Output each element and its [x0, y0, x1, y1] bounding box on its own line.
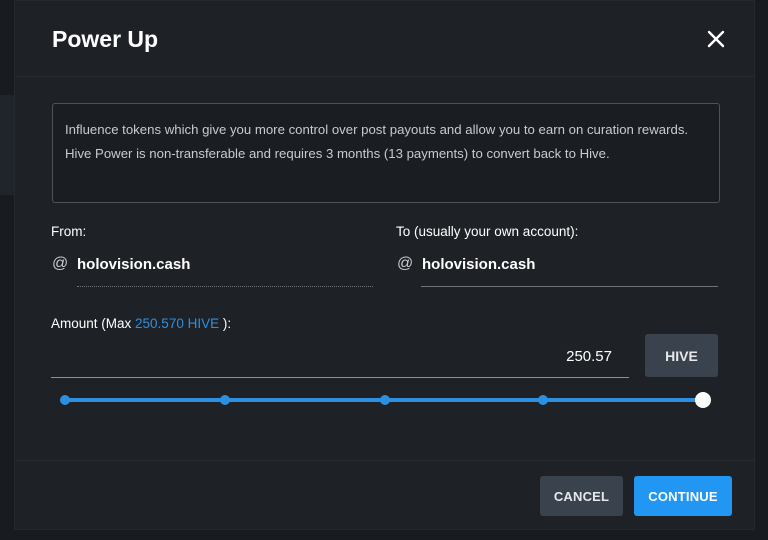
- info-text-line-2: Hive Power is non-transferable and requi…: [65, 146, 610, 161]
- amount-label: Amount (Max 250.570 HIVE ):: [51, 316, 231, 331]
- at-icon: @: [52, 255, 69, 272]
- modal-title: Power Up: [52, 26, 159, 52]
- slider-step-50[interactable]: [380, 395, 390, 405]
- to-account-name: holovision.cash: [422, 256, 536, 273]
- currency-hive-button[interactable]: HIVE: [645, 334, 718, 377]
- slider-step-75[interactable]: [538, 395, 548, 405]
- info-text-line-1: Influence tokens which give you more con…: [65, 122, 689, 137]
- info-box: Influence tokens which give you more con…: [52, 103, 720, 203]
- modal-header: Power Up: [15, 1, 754, 77]
- max-amount-link[interactable]: 250.570 HIVE: [135, 316, 219, 331]
- to-account-field[interactable]: @ holovision.cash: [397, 244, 718, 284]
- at-icon: @: [397, 255, 414, 272]
- from-account-field[interactable]: @ holovision.cash: [52, 244, 372, 284]
- from-account-name: holovision.cash: [77, 256, 191, 273]
- modal-footer-divider: [14, 460, 755, 461]
- slider-step-0[interactable]: [60, 395, 70, 405]
- slider-step-25[interactable]: [220, 395, 230, 405]
- background-strip: [0, 95, 14, 195]
- from-field-underline: [77, 286, 373, 287]
- background-fragment: [0, 30, 14, 54]
- amount-input[interactable]: 250.57: [51, 340, 629, 378]
- cancel-button[interactable]: CANCEL: [540, 476, 623, 516]
- amount-label-suffix: ):: [219, 316, 232, 331]
- close-icon: [707, 30, 725, 48]
- amount-value: 250.57: [566, 348, 612, 365]
- amount-label-prefix: Amount (Max: [51, 316, 136, 331]
- continue-button[interactable]: CONTINUE: [634, 476, 732, 516]
- to-field-underline: [421, 286, 718, 287]
- amount-slider-thumb[interactable]: [695, 392, 711, 408]
- to-label: To (usually your own account):: [396, 224, 579, 239]
- from-label: From:: [51, 224, 87, 239]
- close-button[interactable]: [704, 27, 728, 51]
